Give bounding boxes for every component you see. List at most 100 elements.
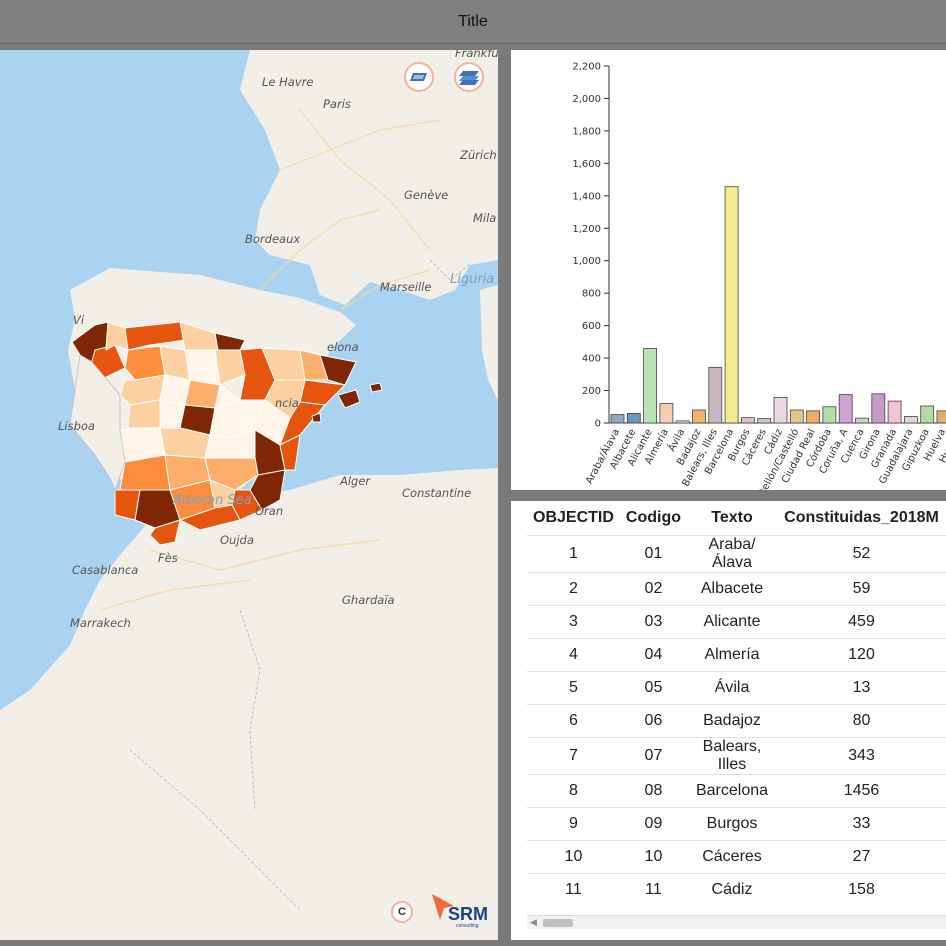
y-tick-label: 1,200 [572, 224, 601, 235]
chart-bar[interactable] [757, 418, 772, 424]
chart-bar[interactable] [692, 409, 706, 424]
chart-bar[interactable] [936, 410, 946, 424]
chart-bar[interactable] [626, 413, 641, 424]
bar-chart: 0 200 400 600 800 1,000 1,200 1,400 1,600 1,800 2,… [572, 62, 946, 490]
chart-bar[interactable] [871, 393, 886, 424]
table-cell: Albacete [687, 572, 778, 606]
table-row[interactable]: 5 05 Ávila 13 [527, 671, 946, 705]
y-tick-label: 800 [582, 289, 601, 300]
table-row[interactable]: 6 06 Badajoz 80 [527, 704, 946, 738]
table-cell: Cádiz [687, 873, 778, 907]
table-cell: 3 [527, 605, 620, 639]
table-cell: Alicante [687, 605, 778, 639]
table-cell: 07 [619, 737, 687, 775]
chart-bar[interactable] [659, 403, 674, 424]
chart-bar[interactable] [708, 366, 723, 424]
y-tick-label: 2,000 [572, 94, 601, 105]
map-label-valencia: ncia [275, 396, 299, 410]
y-tick-label: 600 [582, 321, 601, 332]
map-label-ghardaia: Ghardaïa [342, 593, 395, 607]
map-label-ligurian-sea: Liguria [450, 272, 495, 287]
table-cell: Balears, Illes [687, 737, 778, 775]
table-cell: 459 [777, 605, 946, 639]
table-cell: 52 [777, 535, 946, 573]
table-row[interactable]: 3 03 Alicante 459 [527, 605, 946, 639]
table-cell: 9 [527, 807, 620, 841]
table-cell: 10 [619, 840, 687, 874]
y-tick-label: 2,200 [572, 62, 601, 73]
table-cell: Burgos [687, 807, 778, 841]
data-table: OBJECTID Codigo Texto Constituidas_2018M… [527, 501, 946, 907]
layers-toggle-button[interactable] [454, 62, 484, 92]
chart-bar[interactable] [838, 394, 853, 424]
map-panel[interactable]: Frankfu Le Havre Paris Zürich Genève Mil… [0, 50, 498, 940]
logo-text: SRM [448, 904, 488, 924]
table-cell: 343 [777, 737, 946, 775]
table-cell: Barcelona [687, 774, 778, 808]
map-label-alger: Alger [340, 474, 371, 488]
map-label-le-havre: Le Havre [262, 75, 314, 89]
table-cell: 08 [619, 774, 687, 808]
horizontal-scrollbar[interactable]: ◀ [527, 915, 946, 929]
chart-bar[interactable] [610, 414, 625, 424]
chart-bar[interactable] [887, 400, 902, 424]
srm-logo: SRM consulting [430, 892, 490, 932]
table-cell: 01 [619, 535, 687, 573]
chart-bar[interactable] [773, 396, 788, 424]
table-row[interactable]: 2 02 Albacete 59 [527, 572, 946, 606]
chart-bar[interactable] [806, 410, 821, 424]
table-row[interactable]: 9 09 Burgos 33 [527, 807, 946, 841]
column-header-constituidas[interactable]: Constituidas_2018M [777, 501, 946, 536]
table-cell: 27 [777, 840, 946, 874]
basemap-toggle-button[interactable] [404, 62, 434, 92]
map-label-bordeaux: Bordeaux [245, 232, 301, 246]
chart-bar[interactable] [855, 417, 869, 424]
map-layer-icon [410, 73, 427, 81]
table-cell: 11 [527, 873, 620, 907]
chart-bar[interactable] [903, 416, 918, 424]
chart-bar[interactable] [675, 420, 690, 424]
table-cell: 04 [619, 638, 687, 672]
table-cell: Cáceres [687, 840, 778, 874]
table-row[interactable]: 1 01 Araba/Álava 52 [527, 535, 946, 573]
chart-bar[interactable] [822, 406, 837, 424]
table-cell: 7 [527, 737, 620, 775]
scroll-left-icon[interactable]: ◀ [530, 918, 537, 928]
chart-bar[interactable] [920, 405, 935, 424]
chart-bar[interactable] [643, 348, 658, 424]
chart-panel: 0 200 400 600 800 1,000 1,200 1,400 1,600 1,800 2,… [511, 50, 946, 490]
table-body: 1 01 Araba/Álava 52 2 02 Albacete 59 3 03 Alicante… [527, 535, 946, 907]
app-title-bar: Title [0, 0, 946, 44]
table-cell: 33 [777, 807, 946, 841]
copyright-button[interactable]: C [391, 901, 413, 923]
map-label-marseille: Marseille [380, 280, 432, 294]
column-header-objectid[interactable]: OBJECTID [527, 501, 620, 536]
table-cell: Ávila [687, 671, 778, 705]
chart-bar[interactable] [789, 409, 804, 424]
layers-icon [459, 71, 479, 85]
table-cell: Araba/Álava [687, 535, 778, 573]
table-row[interactable]: 8 08 Barcelona 1456 [527, 774, 946, 808]
table-cell: 6 [527, 704, 620, 738]
table-row[interactable]: 11 11 Cádiz 158 [527, 873, 946, 907]
map-label-oujda: Oujda [220, 533, 254, 547]
y-tick-label: 0 [595, 419, 601, 430]
app-title: Title [458, 12, 488, 30]
table-row[interactable]: 10 10 Cáceres 27 [527, 840, 946, 874]
chart-bar[interactable] [724, 186, 739, 424]
scrollbar-thumb[interactable] [543, 919, 573, 927]
logo-subtext: consulting [456, 923, 479, 929]
y-tick-label: 1,600 [572, 159, 601, 170]
table-row[interactable]: 7 07 Balears, Illes 343 [527, 737, 946, 775]
chart-bar[interactable] [740, 417, 755, 424]
map-label-lisboa: Lisboa [58, 419, 95, 433]
map-label-barcelona: elona [327, 340, 359, 354]
table-row[interactable]: 4 04 Almería 120 [527, 638, 946, 672]
table-cell: 59 [777, 572, 946, 606]
map-label-fes: Fès [158, 551, 178, 565]
table-panel[interactable]: OBJECTID Codigo Texto Constituidas_2018M… [511, 501, 946, 940]
column-header-codigo[interactable]: Codigo [620, 501, 687, 536]
y-tick-label: 200 [582, 386, 601, 397]
table-header-row: OBJECTID Codigo Texto Constituidas_2018M [527, 501, 946, 536]
column-header-texto[interactable]: Texto [687, 501, 777, 536]
